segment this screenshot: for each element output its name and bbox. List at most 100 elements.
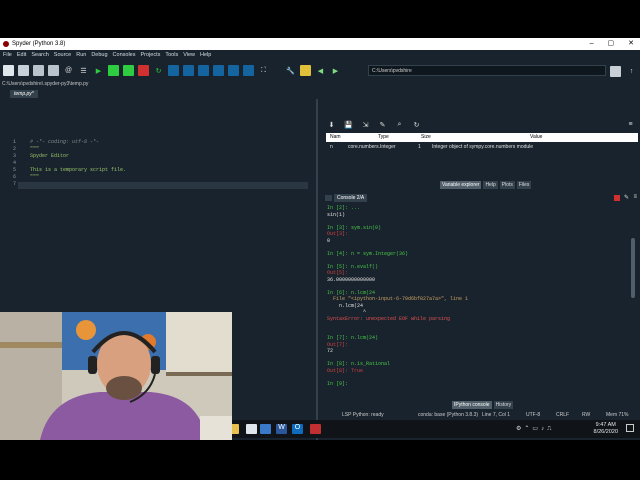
line-number: 6	[12, 174, 16, 180]
console-pane-tabs: IPython console History	[452, 401, 514, 409]
right-pane-tabs: Variable explorer Help Plots Files	[440, 181, 532, 189]
status-position: Line 7, Col 1	[482, 412, 511, 418]
working-directory-field[interactable]: C:\Users\pvdshire	[368, 65, 606, 76]
refresh-icon[interactable]: ↻	[411, 119, 422, 130]
editor-tab-bar: temp.py*	[0, 89, 318, 99]
column-type[interactable]: Type	[378, 133, 389, 142]
column-name[interactable]: Nam	[330, 133, 341, 142]
run-cell-icon[interactable]	[108, 65, 119, 76]
menu-consoles[interactable]: Consoles	[113, 52, 136, 58]
code-line[interactable]: """	[30, 174, 126, 181]
open-file-icon[interactable]	[18, 65, 29, 76]
tab-console[interactable]: Console 2/A	[334, 194, 368, 202]
search-icon[interactable]: ⌕	[394, 119, 405, 130]
edit-icon[interactable]: ✎	[624, 194, 629, 201]
save-icon[interactable]	[33, 65, 44, 76]
step-into-icon[interactable]	[198, 65, 209, 76]
list-icon[interactable]: ☰	[78, 65, 89, 76]
stop-debug-icon[interactable]	[243, 65, 254, 76]
variable-explorer-toolbar: ⬇ 💾 ⇲ ✎ ⌕ ↻ ≡	[322, 118, 640, 131]
notifications-icon[interactable]	[626, 424, 634, 432]
photos-icon[interactable]	[246, 424, 257, 434]
tab-files[interactable]: Files	[516, 181, 532, 189]
run-selection-icon[interactable]	[138, 65, 149, 76]
tab-help[interactable]: Help	[483, 181, 498, 189]
console-scrollbar[interactable]	[631, 238, 635, 298]
status-permissions: RW	[582, 412, 591, 418]
time: 9:47 AM	[595, 422, 616, 428]
column-value[interactable]: Value	[530, 133, 542, 142]
spyder-taskbar-icon[interactable]	[310, 424, 321, 434]
menu-run[interactable]: Run	[76, 52, 86, 58]
menu-projects[interactable]: Projects	[140, 52, 160, 58]
table-row[interactable]: n core.numbers.Integer 1 Integer object …	[326, 143, 638, 151]
forward-arrow-icon[interactable]: ▶	[330, 65, 341, 76]
email-icon[interactable]: @	[63, 65, 74, 76]
column-size[interactable]: Size	[421, 133, 431, 142]
word-icon[interactable]: W	[276, 424, 287, 434]
menu-file[interactable]: File	[3, 52, 12, 58]
tab-history[interactable]: History	[493, 401, 514, 409]
cell-size: 1	[418, 144, 421, 150]
save-data-icon[interactable]: 💾	[343, 119, 354, 130]
tab-ipython-console[interactable]: IPython console	[452, 401, 492, 409]
cell-value: Integer object of sympy.core.numbers mod…	[432, 144, 534, 150]
line-number: 4	[12, 160, 16, 166]
tab-variable-explorer[interactable]: Variable explorer	[440, 181, 482, 189]
tab-plots[interactable]: Plots	[499, 181, 515, 189]
back-arrow-icon[interactable]: ◀	[315, 65, 326, 76]
status-eol: CRLF	[556, 412, 570, 418]
code-line[interactable]: This is a temporary script file.	[30, 167, 126, 174]
status-lsp: LSP Python: ready	[342, 412, 384, 418]
menu-search[interactable]: Search	[31, 52, 48, 58]
stop-kernel-icon[interactable]	[614, 195, 620, 201]
spyder-window: Spyder (Python 3.8) – ▢ ✕ File Edit Sear…	[0, 38, 640, 440]
system-tray-icons[interactable]: ⚙⌃▭♪⎍	[516, 425, 554, 433]
terminal-icon	[325, 195, 332, 201]
menu-debug[interactable]: Debug	[91, 52, 107, 58]
run-cell-advance-icon[interactable]	[123, 65, 134, 76]
close-button[interactable]: ✕	[628, 38, 634, 50]
outlook-icon[interactable]: O	[292, 424, 303, 434]
debug-icon[interactable]	[168, 65, 179, 76]
step-return-icon[interactable]	[213, 65, 224, 76]
tab-temp-py[interactable]: temp.py*	[10, 90, 38, 98]
maximize-button[interactable]: ▢	[608, 38, 615, 50]
date: 8/26/2020	[593, 429, 618, 435]
console-options-icon[interactable]: ≡	[633, 194, 637, 200]
menu-tools[interactable]: Tools	[165, 52, 178, 58]
ipython-console[interactable]: In [2]: ... sin(1) In [3]: sym.sin(0) Out[3…	[322, 205, 632, 401]
code-line[interactable]: # -*- coding: utf-8 -*-	[30, 139, 126, 146]
code-line[interactable]: """	[30, 146, 126, 153]
network-icon[interactable]	[260, 424, 271, 434]
continue-icon[interactable]	[228, 65, 239, 76]
clock[interactable]: 9:47 AM 8/26/2020	[594, 422, 618, 436]
rerun-icon[interactable]: ↻	[153, 65, 164, 76]
minimize-button[interactable]: –	[590, 38, 594, 50]
menu-help[interactable]: Help	[200, 52, 211, 58]
save-data-as-icon[interactable]: ⇲	[360, 119, 371, 130]
status-encoding: UTF-8	[526, 412, 541, 418]
erase-icon[interactable]: ✎	[377, 119, 388, 130]
menu-view[interactable]: View	[183, 52, 195, 58]
python-path-icon[interactable]	[300, 65, 311, 76]
run-icon[interactable]: ▶	[93, 65, 104, 76]
menu-source[interactable]: Source	[54, 52, 71, 58]
preferences-wrench-icon[interactable]: 🔧	[285, 65, 296, 76]
code-line[interactable]	[30, 181, 126, 188]
code-line[interactable]: Spyder Editor	[30, 153, 126, 160]
options-menu-icon[interactable]: ≡	[625, 119, 636, 130]
menu-edit[interactable]: Edit	[17, 52, 26, 58]
title-bar: Spyder (Python 3.8) – ▢ ✕	[0, 38, 640, 50]
parent-directory-icon[interactable]: ↑	[626, 66, 637, 77]
code-lines: # -*- coding: utf-8 -*- """ Spyder Editor T…	[30, 139, 126, 188]
save-all-icon[interactable]	[48, 65, 59, 76]
step-icon[interactable]	[183, 65, 194, 76]
new-file-icon[interactable]	[3, 65, 14, 76]
line-number: 7	[12, 181, 16, 187]
browse-folder-icon[interactable]	[610, 66, 621, 77]
status-bar: LSP Python: ready conda: base (Python 3.…	[322, 411, 640, 420]
import-data-icon[interactable]: ⬇	[326, 119, 337, 130]
code-line[interactable]	[30, 160, 126, 167]
maximize-pane-icon[interactable]: ⛶	[258, 65, 269, 76]
